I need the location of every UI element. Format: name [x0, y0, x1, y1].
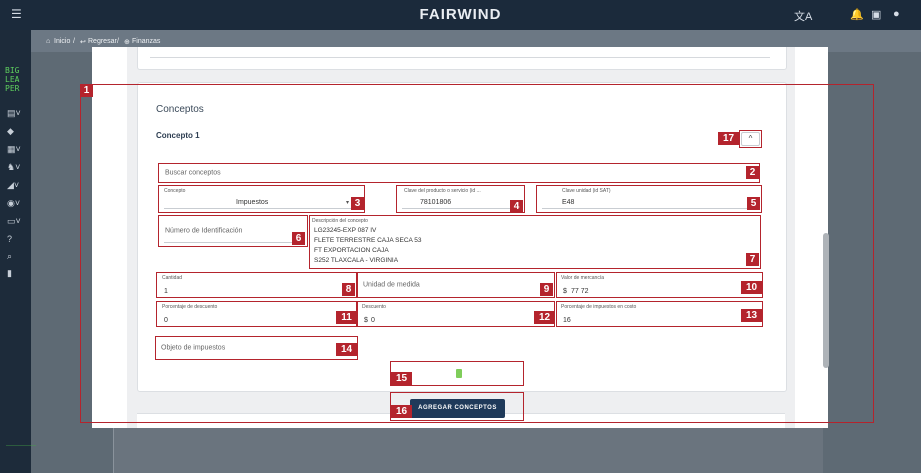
annotation-badge: 10	[741, 281, 762, 294]
document-icon[interactable]: ▤˅	[7, 108, 21, 119]
tag-icon[interactable]: ◆	[7, 126, 14, 137]
annotation-badge: 15	[391, 372, 412, 385]
breadcrumb-sep: /	[117, 38, 119, 45]
account-icon[interactable]: ●	[893, 8, 900, 20]
annotation-badge: 13	[741, 309, 762, 322]
annotation-box	[357, 272, 555, 298]
annotation-box	[556, 272, 763, 298]
annotation-box	[156, 272, 357, 298]
breadcrumb-home[interactable]: Inicio	[54, 38, 70, 45]
map-icon[interactable]: ▮	[7, 268, 12, 279]
annotation-badge: 11	[336, 311, 357, 324]
annotation-badge: 16	[391, 405, 412, 418]
person-icon[interactable]: ♞˅	[7, 162, 20, 173]
annotation-badge: 8	[342, 283, 355, 296]
annotation-box	[158, 215, 308, 247]
top-bar: ☰ FAIRWIND 文A 🔔 ▣ ●	[0, 0, 921, 30]
home-icon[interactable]: ⌂	[46, 38, 50, 45]
back-icon[interactable]: ↩	[80, 38, 86, 46]
annotation-box	[155, 336, 358, 360]
sidebar-logo: BIG LEA PER	[5, 66, 20, 93]
previous-card	[137, 47, 787, 70]
annotation-box	[739, 130, 762, 148]
annotation-badge: 9	[540, 283, 553, 296]
annotation-badge: 4	[510, 200, 523, 213]
annotation-box	[309, 215, 761, 269]
bell-icon[interactable]: 🔔	[850, 8, 864, 21]
annotation-box	[158, 185, 365, 213]
wallet-icon[interactable]: ◉˅	[7, 198, 20, 209]
search-icon[interactable]: ⌕	[7, 251, 12, 262]
annotation-badge: 2	[746, 166, 759, 179]
breadcrumb-back[interactable]: Regresar	[88, 38, 117, 45]
finance-icon: ⊕	[124, 39, 130, 46]
annotation-badge: 1	[80, 84, 93, 97]
chart-icon[interactable]: ▦˅	[7, 144, 21, 155]
annotation-box	[156, 301, 357, 327]
page-content-background	[113, 428, 823, 473]
translate-icon[interactable]: 文A	[794, 8, 812, 24]
sidebar: BIG LEA PER ▤˅ ◆ ▦˅ ♞˅ ◢˅ ◉˅ ▭˅ ? ⌕ ▮ ——…	[0, 30, 36, 473]
annotation-box	[396, 185, 525, 213]
chat-icon[interactable]: ▣	[871, 8, 881, 21]
app-brand: FAIRWIND	[419, 6, 502, 23]
annotation-badge: 5	[747, 197, 760, 210]
annotation-badge: 3	[351, 197, 364, 210]
annotation-box	[158, 163, 760, 183]
annotation-badge: 17	[718, 132, 739, 145]
annotation-box	[536, 185, 762, 213]
breadcrumb-sep: /	[73, 38, 75, 45]
annotation-badge: 6	[292, 232, 305, 245]
truck-icon[interactable]: ◢˅	[7, 180, 19, 191]
annotation-badge: 14	[336, 343, 357, 356]
annotation-badge: 12	[534, 311, 555, 324]
card-icon[interactable]: ▭˅	[7, 216, 21, 227]
breadcrumb-current: Finanzas	[132, 38, 161, 45]
annotation-box	[357, 301, 555, 327]
sidebar-footer: ——————	[6, 443, 36, 449]
annotation-box	[556, 301, 763, 327]
annotation-badge: 7	[746, 253, 759, 266]
help-icon[interactable]: ?	[7, 234, 12, 244]
